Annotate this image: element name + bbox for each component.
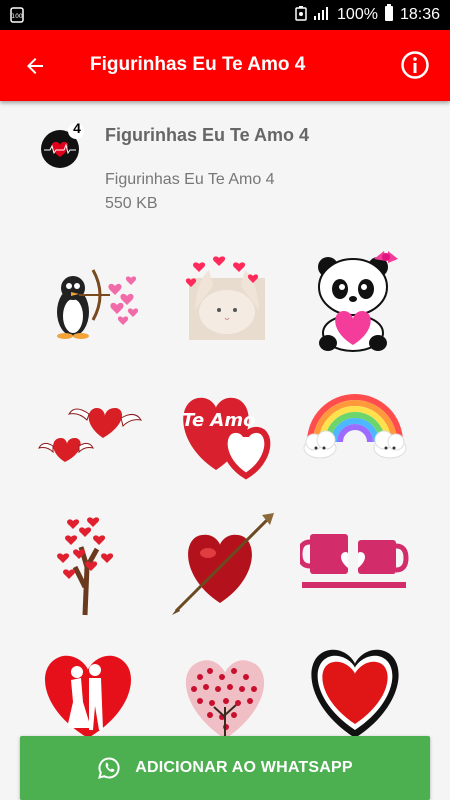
sticker-panda-with-heart[interactable] <box>295 240 415 360</box>
battery-percent: 100% <box>337 6 378 23</box>
pack-header: 4 Figurinhas Eu Te Amo 4 Figurinhas Eu T… <box>0 101 450 231</box>
te-amo-text: Te Amo <box>182 410 256 431</box>
sticker-pink-mugs[interactable] <box>295 502 415 622</box>
sticker-winged-hearts[interactable] <box>30 370 150 490</box>
clock: 18:36 <box>399 6 440 23</box>
page-title: Figurinhas Eu Te Amo 4 <box>90 54 306 75</box>
sticker-te-amo-hearts[interactable]: Te Amo <box>165 370 285 490</box>
sticker-cat-hands-hearts[interactable] <box>165 240 285 360</box>
whatsapp-icon <box>98 757 120 779</box>
add-to-whatsapp-button[interactable]: ADICIONAR AO WHATSAPP <box>20 736 430 800</box>
sticker-heart-flower-tree[interactable] <box>165 632 285 752</box>
notification-icon: 100 <box>10 7 24 28</box>
battery-icon <box>384 3 394 27</box>
sticker-big-red-heart[interactable] <box>295 632 415 752</box>
lock-battery-icon <box>295 5 307 26</box>
pack-tray-badge: 4 <box>73 120 81 136</box>
arrow-left-icon <box>27 58 43 74</box>
pack-title: Figurinhas Eu Te Amo 4 <box>105 125 310 145</box>
sticker-penguin-archer-hearts[interactable] <box>30 240 150 360</box>
pack-size: 550 KB <box>105 195 158 212</box>
sticker-heart-kissing-couple[interactable] <box>28 632 148 752</box>
info-button[interactable] <box>400 50 430 80</box>
pack-name: Figurinhas Eu Te Amo 4 <box>105 171 275 188</box>
sticker-rainbow-clouds[interactable] <box>295 370 415 490</box>
back-button[interactable] <box>14 50 56 82</box>
add-to-whatsapp-label: ADICIONAR AO WHATSAPP <box>135 759 353 776</box>
svg-text:100: 100 <box>11 13 23 20</box>
pack-tray-icon: 4 <box>38 120 86 171</box>
app-bar: Figurinhas Eu Te Amo 4 <box>0 30 450 101</box>
info-icon <box>401 51 429 79</box>
status-bar: 100 100% 18:36 <box>0 0 450 30</box>
signal-icon <box>313 5 331 26</box>
sticker-heart-tree[interactable] <box>30 502 150 622</box>
sticker-heart-with-arrow[interactable] <box>165 502 285 622</box>
